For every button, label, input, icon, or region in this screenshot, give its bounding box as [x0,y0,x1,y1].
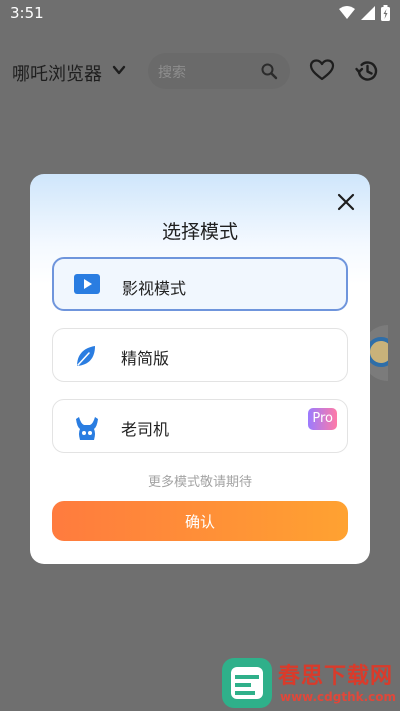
heart-icon[interactable] [309,58,335,82]
dialog-title: 选择模式 [161,221,238,243]
confirm-button[interactable]: 确认 [52,501,348,541]
mode-option-lite[interactable]: 精简版 [52,328,348,382]
chevron-down-icon[interactable] [111,62,127,78]
leaf-icon [77,346,95,366]
more-modes-text: 更多模式敬请期待 [147,475,252,490]
pro-badge: Pro [308,408,337,430]
mode-option-label: 老司机 [121,420,170,439]
status-icons [339,5,390,21]
mode-option-label: 影视模式 [122,279,187,298]
history-icon[interactable] [354,58,380,84]
status-time: 3:51 [10,4,44,22]
mode-option-video[interactable]: 影视模式 [52,257,348,311]
watermark: 春思下载网 www.cdgthk.com [218,654,400,711]
battery-icon [381,5,390,21]
app-title[interactable]: 哪吒浏览器 [12,60,102,86]
signal-icon [361,6,375,20]
search-placeholder: 搜索 [158,65,186,81]
status-bar: 3:51 [0,0,400,28]
mode-option-driver[interactable]: 老司机 Pro [52,399,348,453]
close-icon[interactable] [336,192,356,212]
mode-select-dialog: 选择模式 影视模式 精简版 老司机 Pro 更多模式敬请期待 确认 [30,174,370,564]
watermark-name: 春思下载网 [278,664,394,689]
mode-option-label: 精简版 [121,349,170,368]
watermark-logo [222,658,272,708]
watermark-url: www.cdgthk.com [280,690,397,704]
wifi-icon [339,6,355,19]
app-bar: 哪吒浏览器 搜索 [0,50,400,94]
search-icon[interactable] [260,62,278,80]
play-icon [74,274,100,294]
figure-icon [76,417,98,440]
search-input[interactable]: 搜索 [148,53,290,89]
